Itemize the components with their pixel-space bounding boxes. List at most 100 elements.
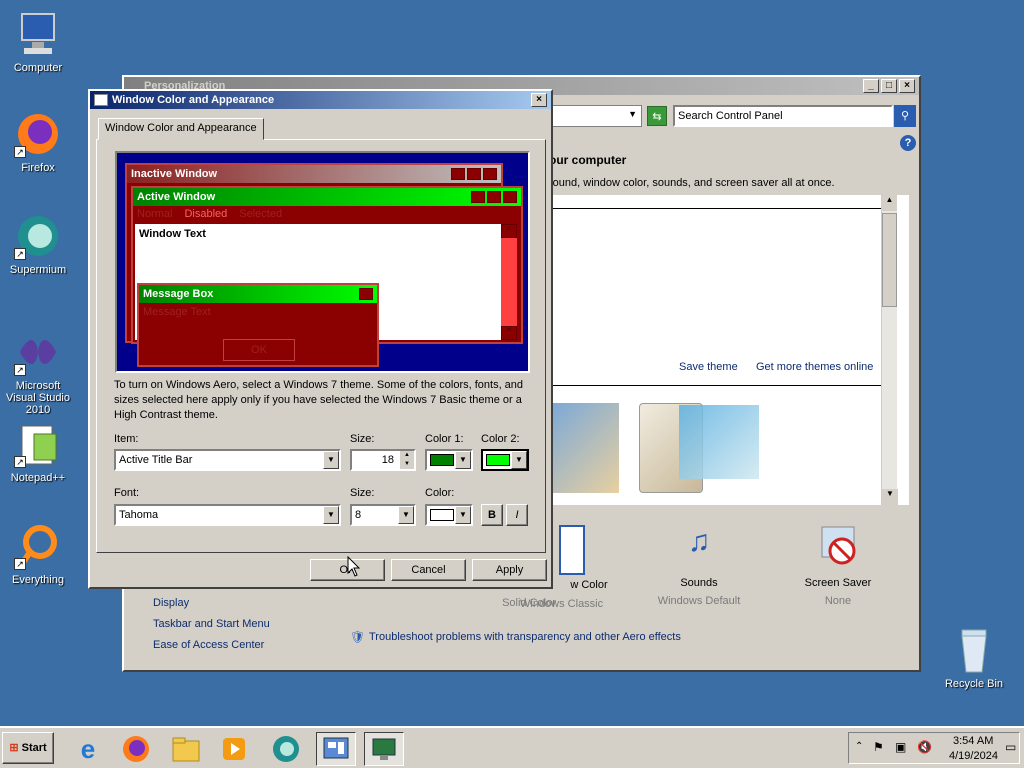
color2-swatch [486,454,510,466]
shortcut-arrow-icon: ↗ [14,456,26,468]
action-center-flag-icon[interactable]: ⚑ [873,740,884,754]
window-color-label: w Color [570,579,608,591]
desktop-icon-firefox[interactable]: ↗ Firefox [0,110,76,174]
theme-thumbnail[interactable] [679,405,759,479]
size-spinner[interactable]: 18 ▲ ▼ [350,449,416,471]
taskbar-media-player[interactable] [214,732,254,766]
visual-studio-icon: ↗ [14,328,62,376]
cancel-label: Cancel [411,564,446,576]
scroll-thumb[interactable] [882,213,897,307]
preview-msgbox-titlebar: Message Box [139,285,377,303]
taskbar-supermium[interactable] [266,732,306,766]
everything-icon: ↗ [14,522,62,570]
preview-close-icon [483,168,497,180]
sidebar-link-ease-of-access[interactable]: Ease of Access Center [153,639,264,651]
spinner-arrows-icon[interactable]: ▲ ▼ [400,451,414,469]
desktop-icon-label: Firefox [21,162,55,174]
preview-ok-label: OK [251,344,267,356]
chevron-down-icon: ▼ [628,109,637,119]
display-settings-icon [372,738,396,760]
minimize-button[interactable]: _ [863,79,879,93]
screen-saver-sub: None [824,595,852,607]
shield-icon: 🛡 [350,630,366,644]
preview-menu-normal: Normal [137,208,173,220]
clock-time[interactable]: 3:54 AM [953,735,993,747]
font-color-label: Color: [425,487,455,499]
aero-info-text: To turn on Windows Aero, select a Window… [114,379,524,421]
get-more-themes-link[interactable]: Get more themes online [756,361,873,373]
bold-button[interactable]: B [481,504,503,526]
supermium-icon [273,736,299,762]
clock-date[interactable]: 4/19/2024 [949,750,998,762]
screen-saver-item[interactable]: Screen Saver None [783,525,893,607]
dialog-titlebar[interactable]: Window Color and Appearance × [90,91,551,109]
search-input[interactable]: Search Control Panel [673,105,893,127]
chevron-down-icon: ▼ [455,506,471,524]
desktop-icon-computer[interactable]: Computer [0,10,76,74]
color1-label: Color 1: [425,433,464,445]
chevron-down-icon: ▼ [511,451,527,469]
dialog-close-button[interactable]: × [531,93,547,107]
help-icon[interactable]: ? [900,135,916,151]
preview-msgbox-text: Message Text [143,306,211,318]
desktop-icon-recycle-bin[interactable]: Recycle Bin [936,626,1012,690]
font-size-dropdown[interactable]: 8 ▼ [350,504,416,526]
themes-list[interactable]: Save theme Get more themes online ▲ ▼ [549,195,909,505]
maximize-button[interactable]: □ [881,79,897,93]
sidebar-link-display[interactable]: Display [153,597,189,609]
address-dropdown[interactable]: ▼ [542,105,642,127]
desktop-icon-supermium[interactable]: ↗ Supermium [0,212,76,276]
save-theme-link[interactable]: Save theme [679,361,738,373]
shortcut-arrow-icon: ↗ [14,364,26,376]
cancel-button[interactable]: Cancel [391,559,466,581]
font-dropdown[interactable]: Tahoma ▼ [114,504,341,526]
appearance-preview[interactable]: Inactive Window Active Window Normal Dis… [115,151,530,373]
page-heading: our computer [549,153,627,167]
preview-menu-selected: Selected [239,208,283,220]
tab-window-color[interactable]: Window Color and Appearance [98,118,264,140]
start-button[interactable]: ⊞ Start [2,732,54,764]
desktop-icon-visual-studio[interactable]: ↗ Microsoft Visual Studio 2010 [0,328,76,416]
item-dropdown[interactable]: Active Title Bar ▼ [114,449,341,471]
italic-button[interactable]: I [506,504,528,526]
taskbar-ie[interactable]: e [68,732,108,766]
preview-message-box[interactable]: Message Box Message Text OK [137,283,379,367]
sounds-icon: ♫ [687,525,711,558]
desktop-icon-everything[interactable]: ↗ Everything [0,522,76,586]
font-color-picker[interactable]: ▼ [425,504,473,526]
desktop-icon-label: Microsoft Visual Studio 2010 [5,380,70,416]
preview-inactive-title: Inactive Window [131,168,218,180]
vertical-scrollbar[interactable]: ▲ ▼ [881,195,898,505]
apply-button[interactable]: Apply [472,559,547,581]
volume-muted-icon[interactable]: 🔇 [917,740,932,754]
font-color-swatch [430,509,454,521]
sounds-item[interactable]: ♫ Sounds Windows Default [644,525,754,607]
chevron-down-icon: ▼ [323,451,339,469]
scroll-down-button[interactable]: ▼ [882,489,898,505]
notepadpp-icon: ↗ [14,420,62,468]
scroll-up-button[interactable]: ▲ [882,195,897,211]
taskbar-explorer[interactable] [166,732,206,766]
show-hidden-icons-icon[interactable]: ⌃ [855,741,863,752]
sidebar-link-taskbar[interactable]: Taskbar and Start Menu [153,618,270,630]
close-button[interactable]: × [899,79,915,93]
network-icon[interactable]: ▣ [895,740,906,754]
preview-menu-bar: Normal Disabled Selected [133,206,521,222]
desktop-icon-notepadpp[interactable]: ↗ Notepad++ [0,420,76,484]
troubleshoot-link[interactable]: Troubleshoot problems with transparency … [369,631,681,643]
desktop-icon-label: Computer [13,62,63,74]
refresh-button[interactable]: ⇆ [647,106,667,126]
taskbar-control-panel[interactable] [316,732,356,766]
start-label: Start [21,742,47,754]
color2-picker[interactable]: ▼ [481,449,529,471]
show-desktop-icon[interactable]: ▭ [1005,740,1016,754]
taskbar-firefox[interactable] [116,732,156,766]
search-button[interactable]: ⚲ [894,105,916,127]
color1-picker[interactable]: ▼ [425,449,473,471]
firefox-icon: ↗ [14,110,62,158]
window-color-dialog: Window Color and Appearance × Window Col… [88,89,553,589]
taskbar-display-settings[interactable] [364,732,404,766]
divider [549,385,881,386]
theme-thumbnail[interactable] [549,403,619,493]
screen-saver-label: Screen Saver [804,577,872,589]
